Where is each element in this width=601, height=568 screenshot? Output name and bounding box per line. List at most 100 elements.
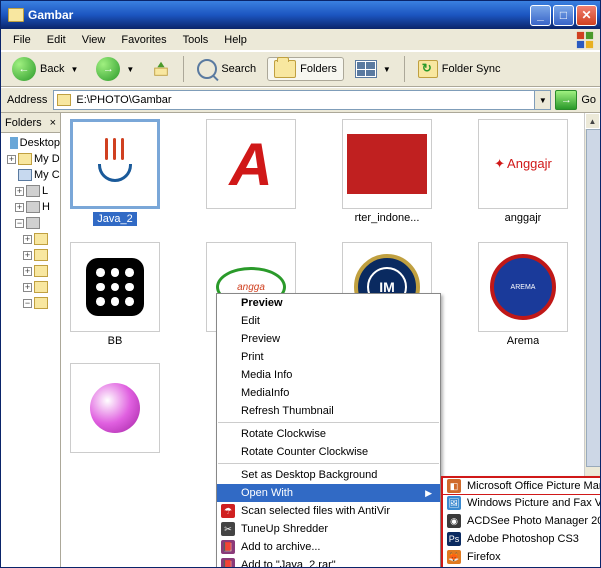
tree-node[interactable]: +	[1, 247, 60, 263]
ctx-preview[interactable]: Preview	[217, 330, 440, 348]
scroll-thumb[interactable]	[586, 129, 600, 467]
tree-node[interactable]: +	[1, 279, 60, 295]
search-icon	[197, 59, 217, 79]
ctx-open-with[interactable]: Open With▶	[217, 484, 440, 502]
minimize-button[interactable]: _	[530, 5, 551, 26]
acdsee-icon: ◉	[446, 513, 462, 529]
address-input[interactable]	[74, 92, 534, 108]
tree-node[interactable]: +My D	[1, 151, 60, 167]
views-icon	[355, 60, 377, 78]
thumbnail-arema[interactable]: AREMA Arema	[475, 242, 571, 347]
menu-file[interactable]: File	[5, 31, 39, 49]
wpfv-icon: 🖼	[446, 495, 462, 511]
submenu-arrow-icon: ▶	[425, 488, 432, 499]
separator	[404, 56, 405, 82]
thumbnail-label: rter_indone...	[355, 212, 420, 224]
tree-node[interactable]: −	[1, 215, 60, 231]
folders-label: Folders	[300, 63, 337, 75]
thumbnail-orb[interactable]	[67, 363, 163, 453]
windows-flag-icon	[574, 31, 596, 49]
tree-node[interactable]: +H	[1, 199, 60, 215]
context-menu[interactable]: Preview Edit Preview Print Media Info Me…	[216, 293, 441, 567]
menu-tools[interactable]: Tools	[175, 31, 217, 49]
search-button[interactable]: Search	[190, 56, 263, 82]
ctx-scan-antivir[interactable]: ☂Scan selected files with AntiVir	[217, 502, 440, 520]
back-button[interactable]: ← Back ▼	[5, 54, 85, 84]
ctx-edit[interactable]: Edit	[217, 312, 440, 330]
open-with-submenu[interactable]: ◧Microsoft Office Picture Manager 🖼Windo…	[441, 476, 600, 567]
ctx-refresh-thumbnail[interactable]: Refresh Thumbnail	[217, 402, 440, 420]
tree-node[interactable]: −	[1, 295, 60, 311]
winrar-icon: 📕	[220, 539, 236, 555]
openwith-windows-picture-fax-viewer[interactable]: 🖼Windows Picture and Fax Viewer	[443, 494, 600, 512]
tree-node[interactable]: +	[1, 231, 60, 247]
forward-button[interactable]: → ▼	[89, 54, 141, 84]
menu-favorites[interactable]: Favorites	[113, 31, 174, 49]
close-pane-icon[interactable]: ×	[50, 117, 56, 129]
search-label: Search	[221, 63, 256, 75]
chevron-down-icon[interactable]: ▼	[534, 91, 550, 109]
java-icon	[85, 134, 145, 194]
folders-pane-label: Folders	[5, 117, 42, 129]
thumbnail-red-a[interactable]: A	[203, 119, 299, 226]
ctx-add-to-rar[interactable]: 📕Add to "Java_2.rar"	[217, 556, 440, 567]
ctx-mediainfo2[interactable]: MediaInfo	[217, 384, 440, 402]
close-button[interactable]: ✕	[576, 5, 597, 26]
tree-node[interactable]: My C	[1, 167, 60, 183]
ctx-set-desktop-bg[interactable]: Set as Desktop Background	[217, 466, 440, 484]
title-bar[interactable]: Gambar _ □ ✕	[1, 1, 600, 29]
openwith-aaa-logo[interactable]: ★AAA Logo: Logo Design Software	[443, 566, 600, 567]
thumbnail-anggajr[interactable]: ✦Anggajr anggajr	[475, 119, 571, 226]
tree-node[interactable]: +L	[1, 183, 60, 199]
folder-tree[interactable]: Desktop +My D My C +L +H − + + + + −	[1, 133, 60, 567]
folder-sync-label: Folder Sync	[442, 63, 501, 75]
address-label: Address	[5, 94, 49, 106]
openwith-photoshop-cs3[interactable]: PsAdobe Photoshop CS3	[443, 530, 600, 548]
orb-image	[90, 383, 140, 433]
thumbnail-supporter[interactable]: rter_indone...	[339, 119, 435, 226]
address-combo[interactable]: ▼	[53, 90, 551, 110]
letter-a-icon: A	[229, 130, 272, 199]
go-label: Go	[581, 94, 596, 106]
chevron-down-icon[interactable]: ▼	[383, 65, 391, 74]
ctx-preview-default[interactable]: Preview	[217, 294, 440, 312]
content-area[interactable]: Java_2 A rter_indone... ✦Anggajr anggajr…	[61, 113, 600, 567]
ctx-print[interactable]: Print	[217, 348, 440, 366]
ctx-rotate-ccw[interactable]: Rotate Counter Clockwise	[217, 443, 440, 461]
menu-help[interactable]: Help	[216, 31, 255, 49]
openwith-acdsee[interactable]: ◉ACDSee Photo Manager 2009	[443, 512, 600, 530]
thumbnail-label: BB	[108, 335, 123, 347]
folder-sync-button[interactable]: Folder Sync	[411, 57, 508, 81]
sync-icon	[418, 60, 438, 78]
views-button[interactable]: ▼	[348, 57, 398, 81]
blackberry-icon	[86, 258, 144, 316]
photoshop-icon: Ps	[446, 531, 462, 547]
tree-node-desktop[interactable]: Desktop	[1, 135, 60, 151]
folders-button[interactable]: Folders	[267, 57, 344, 81]
openwith-firefox[interactable]: 🦊Firefox	[443, 548, 600, 566]
separator	[183, 56, 184, 82]
folder-icon	[57, 94, 71, 106]
chevron-down-icon[interactable]: ▼	[70, 65, 78, 74]
maximize-button[interactable]: □	[553, 5, 574, 26]
openwith-ms-office-picture-manager[interactable]: ◧Microsoft Office Picture Manager	[442, 477, 600, 495]
go-button[interactable]: →	[555, 90, 577, 110]
tree-node[interactable]: +	[1, 263, 60, 279]
thumbnail-bb[interactable]: BB	[67, 242, 163, 347]
thumbnail-label: anggajr	[505, 212, 542, 224]
menu-view[interactable]: View	[74, 31, 114, 49]
ctx-add-to-archive[interactable]: 📕Add to archive...	[217, 538, 440, 556]
ctx-tuneup-shredder[interactable]: ✂TuneUp Shredder	[217, 520, 440, 538]
menu-edit[interactable]: Edit	[39, 31, 74, 49]
crowd-image	[347, 134, 427, 194]
up-button[interactable]	[145, 57, 177, 81]
ctx-rotate-cw[interactable]: Rotate Clockwise	[217, 425, 440, 443]
anggajr-logo: ✦Anggajr	[494, 156, 552, 172]
ctx-media-info[interactable]: Media Info	[217, 366, 440, 384]
chevron-down-icon[interactable]: ▼	[126, 65, 134, 74]
thumbnail-java-2[interactable]: Java_2	[67, 119, 163, 226]
winrar-icon: 📕	[220, 557, 236, 567]
forward-arrow-icon: →	[96, 57, 120, 81]
scroll-up-button[interactable]: ▲	[585, 113, 600, 129]
folders-icon	[274, 60, 296, 78]
